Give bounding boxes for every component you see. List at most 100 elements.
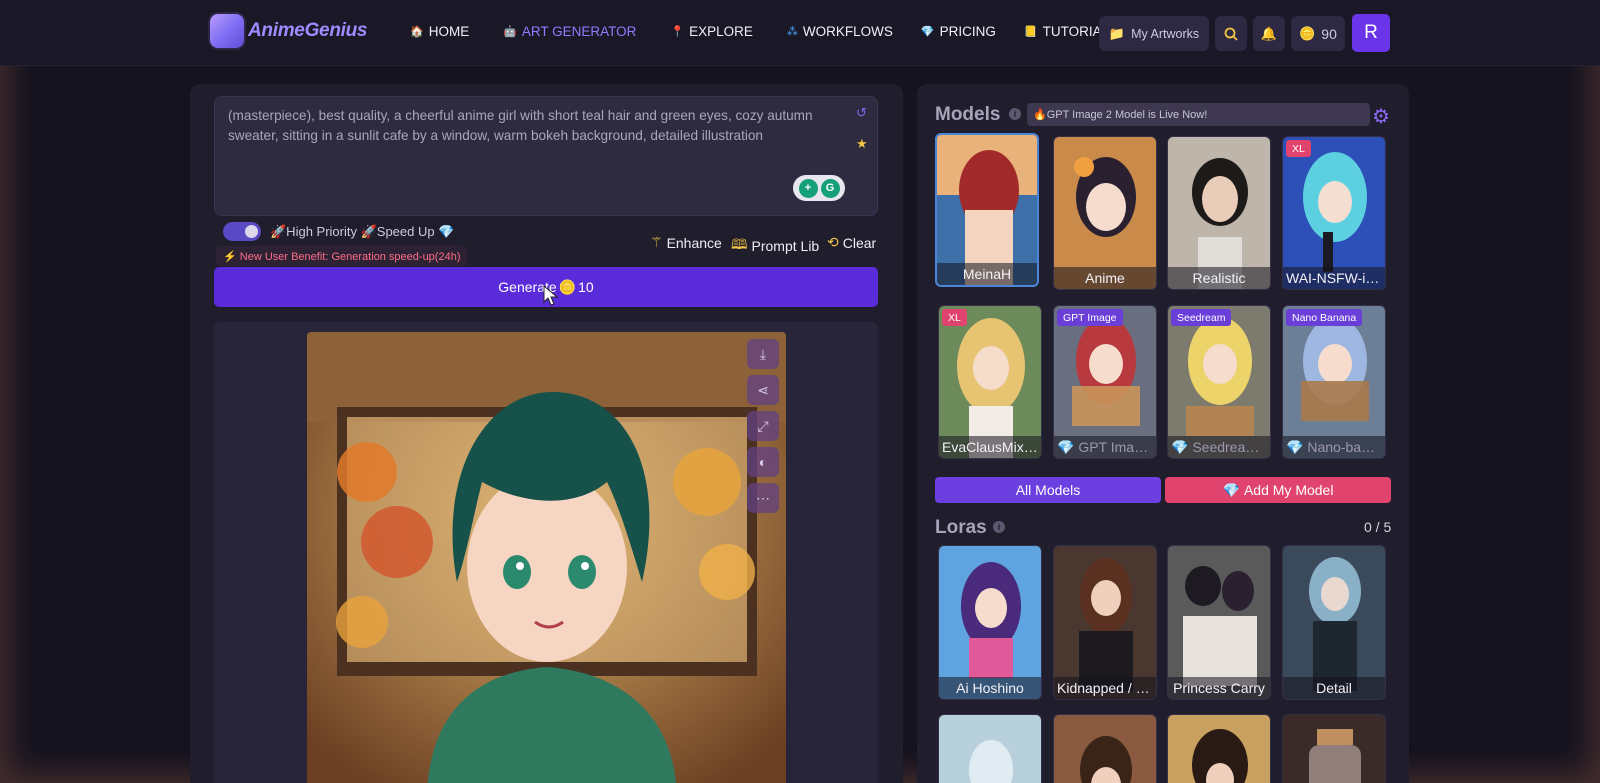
model-card-gpt-image-2[interactable]: 💎 GPT Image 2 GPT Image bbox=[1053, 305, 1157, 459]
new-user-benefit-badge: ⚡ New User Benefit: Generation speed-up(… bbox=[216, 246, 468, 266]
model-card-realistic[interactable]: Realistic bbox=[1167, 136, 1271, 290]
lora-card-detail[interactable]: Detail bbox=[1282, 545, 1386, 700]
model-card-seedream[interactable]: 💎 Seedream_v5 Seedream bbox=[1167, 305, 1271, 459]
search-icon bbox=[1224, 27, 1238, 41]
palette-button[interactable]: ◐ bbox=[747, 447, 779, 477]
nav-tutorial[interactable]: 📒 TUTORIAL bbox=[1024, 24, 1109, 39]
lora-thumb bbox=[1283, 715, 1385, 783]
model-card-anime[interactable]: Anime bbox=[1053, 136, 1157, 290]
model-card-wai-nsfw[interactable]: WAI-NSFW-ill... XL bbox=[1282, 136, 1386, 290]
nav-explore[interactable]: 📍 EXPLORE bbox=[670, 24, 752, 39]
high-priority-toggle[interactable] bbox=[223, 222, 261, 241]
lora-label: Kidnapped / b... bbox=[1054, 677, 1156, 699]
bell-icon: 🔔 bbox=[1260, 25, 1278, 41]
history-icon[interactable]: ↺ bbox=[856, 105, 867, 121]
more-icon: ⋯ bbox=[756, 489, 770, 506]
add-my-model-button[interactable]: 💎 Add My Model bbox=[1165, 477, 1391, 503]
prompt-lib-button[interactable]: 🕮 Prompt Lib bbox=[731, 234, 819, 258]
lora-card-ai-hoshino[interactable]: Ai Hoshino bbox=[938, 545, 1042, 700]
prompt-input[interactable]: (masterpiece), best quality, a cheerful … bbox=[214, 96, 878, 216]
credits-button[interactable]: 🪙 90 bbox=[1291, 16, 1345, 51]
pin-icon: 📍 bbox=[670, 26, 685, 38]
grammarly-g-icon: G bbox=[820, 178, 840, 198]
loras-title: Loras bbox=[935, 517, 987, 538]
models-title: Models bbox=[935, 104, 1001, 125]
lora-thumb bbox=[1168, 715, 1270, 783]
house-icon: 🏠 bbox=[410, 26, 424, 38]
model-label: EvaClausMix ... bbox=[939, 436, 1041, 458]
nav-home[interactable]: 🏠 HOME bbox=[410, 24, 469, 39]
lora-card-princess-carry[interactable]: Princess Carry bbox=[1167, 545, 1271, 700]
download-icon: ⤓ bbox=[759, 345, 767, 362]
enhance-label: Enhance bbox=[666, 234, 722, 251]
model-label: MeinaH bbox=[937, 263, 1037, 285]
lora-card[interactable] bbox=[1053, 714, 1157, 783]
mouse-cursor-icon bbox=[543, 285, 559, 306]
nav-workflows[interactable]: ⁂ WORKFLOWS bbox=[787, 24, 893, 39]
model-badge: Seedream bbox=[1171, 309, 1232, 326]
model-label: 💎 Nano-bana... bbox=[1283, 436, 1385, 458]
all-models-button[interactable]: All Models bbox=[935, 477, 1161, 503]
prompt-text[interactable]: (masterpiece), best quality, a cheerful … bbox=[228, 106, 828, 146]
gem-icon: 💎 bbox=[920, 26, 935, 38]
download-button[interactable]: ⤓ bbox=[747, 339, 779, 369]
share-button[interactable]: ⋖ bbox=[747, 375, 779, 405]
lora-thumb bbox=[1054, 715, 1156, 783]
lora-card[interactable] bbox=[1167, 714, 1271, 783]
coins-icon: 🪙 bbox=[1299, 25, 1316, 41]
top-navbar: AnimeGenius 🏠 HOME 🤖 ART GENERATOR 📍 EXP… bbox=[0, 0, 1600, 66]
notification-button[interactable]: 🔔 bbox=[1253, 16, 1285, 51]
share-icon: ⋖ bbox=[757, 381, 769, 398]
model-label: WAI-NSFW-ill... bbox=[1283, 267, 1385, 289]
model-badge: GPT Image bbox=[1057, 309, 1123, 326]
star-icon[interactable]: ★ bbox=[856, 136, 868, 152]
model-badge: Nano Banana bbox=[1286, 309, 1363, 326]
workflow-icon: ⁂ bbox=[786, 26, 798, 38]
credits-count: 90 bbox=[1321, 25, 1337, 42]
lora-card-kidnapped[interactable]: Kidnapped / b... bbox=[1053, 545, 1157, 700]
gem-icon: 💎 bbox=[1222, 481, 1240, 498]
palette-icon: ◐ bbox=[758, 454, 768, 470]
more-button[interactable]: ⋯ bbox=[747, 483, 779, 513]
clear-button[interactable]: ⟲ Clear bbox=[827, 234, 876, 251]
lora-label: Princess Carry bbox=[1168, 677, 1270, 699]
search-button[interactable] bbox=[1215, 16, 1247, 51]
logo[interactable]: AnimeGenius bbox=[210, 14, 367, 48]
generated-image[interactable] bbox=[307, 332, 786, 783]
model-card-meinah[interactable]: MeinaH bbox=[935, 133, 1039, 287]
nav-home-label: HOME bbox=[428, 24, 470, 39]
enhance-button[interactable]: ⚚ Enhance bbox=[650, 234, 722, 251]
lora-label: Ai Hoshino bbox=[939, 677, 1041, 699]
model-label: Anime bbox=[1054, 267, 1156, 289]
grammarly-widget[interactable]: + G bbox=[793, 175, 845, 201]
model-label: Realistic bbox=[1168, 267, 1270, 289]
book-icon: 📒 bbox=[1023, 26, 1038, 38]
model-card-nano-banana[interactable]: 💎 Nano-bana... Nano Banana bbox=[1282, 305, 1386, 459]
nav-pricing-label: PRICING bbox=[939, 24, 996, 39]
book-open-icon: 🕮 bbox=[731, 236, 748, 252]
lora-count: 0 / 5 bbox=[1364, 519, 1392, 535]
model-label: 💎 Seedream_v5 bbox=[1168, 436, 1270, 458]
info-icon[interactable]: i bbox=[1009, 108, 1021, 120]
magic-wand-icon: ⚚ bbox=[650, 234, 663, 250]
nav-pricing[interactable]: 💎 PRICING bbox=[921, 24, 996, 39]
logo-cube-icon bbox=[210, 14, 244, 48]
expand-button[interactable]: ⤢ bbox=[747, 411, 779, 441]
nav-art-generator[interactable]: 🤖 ART GENERATOR bbox=[503, 24, 636, 39]
gpt-image-banner[interactable]: 🔥GPT Image 2 Model is Live Now! bbox=[1027, 103, 1370, 126]
model-card-evaclausmix[interactable]: EvaClausMix ... XL bbox=[938, 305, 1042, 459]
avatar[interactable]: R bbox=[1352, 14, 1390, 52]
lora-card[interactable] bbox=[1282, 714, 1386, 783]
generated-image-art bbox=[307, 332, 786, 783]
nav-workflows-label: WORKFLOWS bbox=[802, 24, 893, 39]
main-nav: 🏠 HOME 🤖 ART GENERATOR 📍 EXPLORE ⁂ WORKF… bbox=[410, 24, 1109, 39]
info-icon[interactable]: i bbox=[993, 521, 1005, 533]
prompt-lib-label: Prompt Lib bbox=[751, 238, 820, 254]
gear-icon[interactable]: ⚙ bbox=[1372, 104, 1390, 129]
nav-art-generator-label: ART GENERATOR bbox=[521, 24, 637, 39]
lora-card[interactable] bbox=[938, 714, 1042, 783]
my-artworks-button[interactable]: 📁 My Artworks bbox=[1099, 16, 1209, 51]
expand-icon: ⤢ bbox=[757, 417, 769, 434]
model-badge: XL bbox=[942, 309, 967, 326]
model-label: 💎 GPT Image 2 bbox=[1054, 436, 1156, 458]
